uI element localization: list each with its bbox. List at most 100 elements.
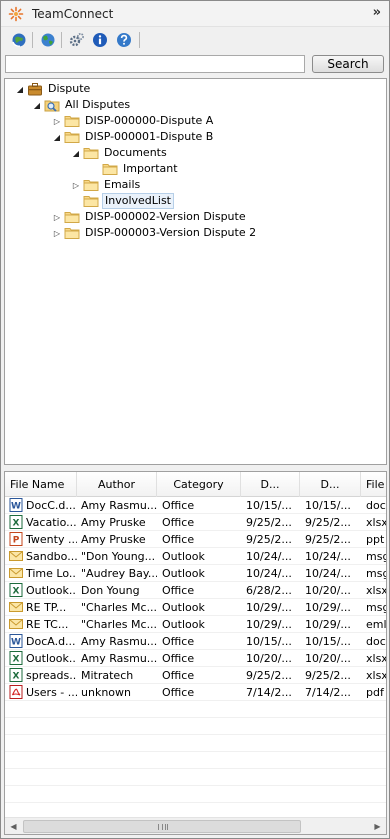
column-category-header[interactable]: Category — [157, 472, 241, 497]
column-date-1-header[interactable]: D... — [241, 472, 300, 497]
search-button[interactable]: Search — [312, 55, 384, 73]
scroll-left-icon[interactable]: ◀ — [5, 818, 22, 834]
cell-name: Outlook... — [26, 652, 77, 665]
column-file-name-header[interactable]: File Name — [5, 472, 77, 497]
cell-d2: 10/15/... — [305, 499, 351, 512]
empty-row — [5, 769, 386, 786]
table-row[interactable]: Users - ... unknown Office 7/14/2... 7/14/2.… — [5, 684, 386, 701]
toolbar-separator — [32, 32, 33, 48]
refresh-globe-icon[interactable] — [9, 30, 29, 50]
cell-d2: 9/25/2... — [305, 533, 351, 546]
table-row[interactable]: Xspreads... Mitratech Office 9/25/2... 9/25/… — [5, 667, 386, 684]
cell-category: Office — [162, 686, 195, 699]
cell-file: doc — [366, 635, 386, 648]
help-icon[interactable] — [114, 30, 134, 50]
app-window: TeamConnect » Search ◢ Dispute ◢ All Dis… — [0, 0, 390, 839]
tree-item[interactable]: Important — [90, 161, 180, 177]
cell-category: Office — [162, 652, 195, 665]
collapse-panel-button[interactable]: » — [373, 5, 381, 20]
svg-text:W: W — [11, 638, 21, 648]
empty-row — [5, 701, 386, 718]
cell-d1: 10/20/... — [246, 652, 292, 665]
table-row[interactable]: X Outlook... Don Young Office 6/28/2... 10/20… — [5, 582, 387, 599]
cell-author: Don Young — [81, 584, 140, 597]
toolbar — [1, 28, 389, 52]
excel-icon: X — [9, 651, 23, 665]
tree-item[interactable]: ◢ Documents — [71, 145, 169, 161]
cell-d2: 10/15/... — [305, 635, 351, 648]
collapse-arrow-icon[interactable]: ◢ — [71, 145, 81, 161]
table-row[interactable]: X Vacatio... Amy Pruske Office 9/25/2... 9/25… — [5, 514, 386, 531]
tree-item[interactable]: ▷ Emails — [71, 177, 142, 193]
cell-category: Outlook — [162, 567, 205, 580]
cell-name: Twenty ... — [26, 533, 77, 546]
expand-arrow-icon[interactable]: ▷ — [71, 177, 81, 193]
collapse-arrow-icon[interactable]: ◢ — [32, 97, 42, 113]
cell-author: "Audrey Bay... — [81, 567, 157, 580]
cell-d1: 9/25/2... — [246, 533, 292, 546]
table-row[interactable]: W DocC.d... Amy Rasmu... Office 10/15/... 10/… — [5, 497, 386, 514]
tree-item[interactable]: ◢ All Disputes — [32, 97, 132, 113]
table-row[interactable]: W DocA.d... Amy Rasmu... Office 10/15/... 10/… — [5, 633, 386, 650]
settings-gears-icon[interactable] — [67, 30, 87, 50]
table-row[interactable]: Sandbo... "Don Young... Outlook 10/24/... 10… — [5, 548, 386, 565]
column-date-2-header[interactable]: D... — [300, 472, 361, 497]
web-globe-icon[interactable] — [38, 30, 58, 50]
tree-item-label: InvolvedList — [102, 193, 174, 209]
cell-file: pdf — [366, 686, 384, 699]
table-row[interactable]: X Outlook... Amy Rasmu... Office 10/20/... 10… — [5, 650, 386, 667]
expand-arrow-icon[interactable]: ▷ — [52, 225, 62, 241]
collapse-arrow-icon[interactable]: ◢ — [15, 81, 25, 97]
horizontal-scrollbar[interactable]: ◀ ▶ — [5, 817, 386, 834]
info-icon[interactable] — [90, 30, 110, 50]
cell-d1: 6/28/2... — [246, 584, 292, 597]
expand-arrow-icon[interactable]: ▷ — [52, 113, 62, 129]
scroll-right-icon[interactable]: ▶ — [369, 818, 386, 834]
svg-text:X: X — [13, 672, 20, 682]
cell-category: Office — [162, 584, 195, 597]
column-file-type-header[interactable]: File — [361, 472, 386, 497]
tree-item[interactable]: ◢ Dispute — [15, 81, 92, 97]
table-row[interactable]: P Twenty ... Amy Pruske Office 9/25/2... 9/25… — [5, 531, 386, 548]
table-row[interactable]: RE TC... "Charles Mc... Outlook 10/29/... 10… — [5, 616, 386, 633]
cell-name: Sandbo... — [26, 550, 77, 563]
folder-icon — [83, 145, 99, 161]
collapse-arrow-icon[interactable]: ◢ — [52, 129, 62, 145]
tree-item[interactable]: InvolvedList — [71, 193, 174, 209]
cell-category: Outlook — [162, 550, 205, 563]
cell-file: doc — [366, 499, 386, 512]
tree-item[interactable]: ◢ DISP-000001-Dispute B — [52, 129, 215, 145]
cell-d2: 9/25/2... — [305, 669, 351, 682]
scroll-thumb[interactable] — [23, 820, 301, 833]
tree-item[interactable]: ▷ DISP-000000-Dispute A — [52, 113, 215, 129]
cell-d1: 10/24/... — [246, 550, 292, 563]
cell-d2: 10/20/... — [305, 584, 351, 597]
briefcase-icon — [27, 81, 43, 97]
cell-d2: 10/20/... — [305, 652, 351, 665]
tree-item[interactable]: ▷ DISP-000002-Version Dispute — [52, 209, 248, 225]
cell-name: RE TP... — [26, 601, 67, 614]
search-input[interactable] — [5, 55, 305, 73]
cell-category: Outlook — [162, 618, 205, 631]
folder-icon — [83, 193, 99, 209]
table-row[interactable]: RE TP... "Charles Mc... Outlook 10/29/... 10… — [5, 599, 386, 616]
cell-d2: 10/24/... — [305, 567, 351, 580]
table-row[interactable]: Time Lo... "Audrey Bay... Outlook 10/24/...… — [5, 565, 386, 582]
column-author-header[interactable]: Author — [77, 472, 157, 497]
tree-item-label: Important — [123, 162, 178, 175]
email-icon — [9, 617, 23, 631]
expand-arrow-icon[interactable]: ▷ — [52, 209, 62, 225]
email-icon — [9, 566, 23, 580]
tree-item-label: DISP-000002-Version Dispute — [85, 210, 246, 223]
empty-row — [5, 735, 386, 752]
cell-author: Mitratech — [81, 669, 134, 682]
tree-item-label: DISP-000001-Dispute B — [85, 130, 214, 143]
cell-author: Amy Rasmu... — [81, 635, 157, 648]
cell-d1: 10/29/... — [246, 601, 292, 614]
cell-name: Users - ... — [26, 686, 77, 699]
tree-item[interactable]: ▷ DISP-000003-Version Dispute 2 — [52, 225, 258, 241]
cell-d2: 7/14/2... — [305, 686, 351, 699]
cell-file: xlsx — [366, 584, 387, 597]
cell-d2: 10/24/... — [305, 550, 351, 563]
